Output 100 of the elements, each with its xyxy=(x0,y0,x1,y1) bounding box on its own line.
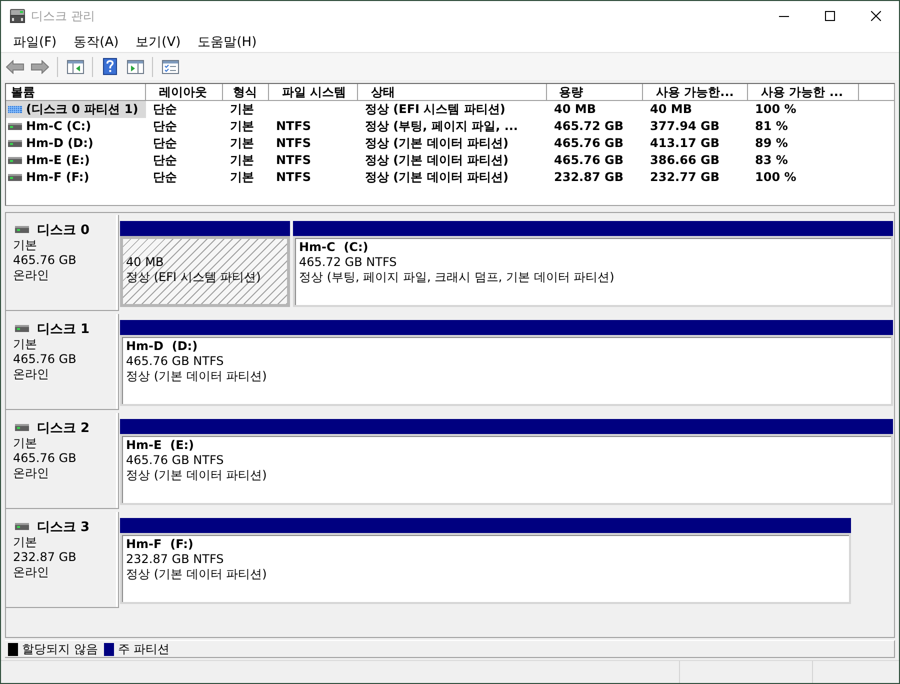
disk-info-panel[interactable]: 디스크 1 기본 465.76 GB 온라인 xyxy=(6,314,119,410)
partition-area[interactable]: 40 MB 정상 (EFI 시스템 파티션) xyxy=(120,236,290,307)
table-cell-text: 정상 (기본 데이터 파티션) xyxy=(364,169,510,186)
column-header[interactable]: 용량 xyxy=(547,84,643,101)
table-cell-text: 465.76 GB xyxy=(553,135,624,152)
table-cell-text: 377.94 GB xyxy=(649,118,720,135)
column-header[interactable]: 형식 xyxy=(223,84,269,101)
partition-area[interactable]: Hm-E (E:) 465.76 GB NTFS 정상 (기본 데이터 파티션) xyxy=(120,434,893,505)
column-header[interactable]: 레이아웃 xyxy=(146,84,223,101)
partition-size: 465.76 GB NTFS xyxy=(126,453,225,468)
table-cell-text: NTFS xyxy=(275,152,312,169)
volume-name: (디스크 0 파티션 1) xyxy=(26,101,138,118)
table-cell-text: 기본 xyxy=(229,169,255,186)
volume-name: Hm-D (D:) xyxy=(26,135,94,152)
menu-item[interactable]: 파일(F) xyxy=(6,32,64,52)
volume-name: Hm-F (F:) xyxy=(26,169,90,186)
drive-icon xyxy=(8,174,22,181)
menu-item[interactable]: 도움말(H) xyxy=(190,32,264,52)
partition-icon xyxy=(8,106,22,113)
disk-info-panel[interactable]: 디스크 2 기본 465.76 GB 온라인 xyxy=(6,413,119,509)
disk-type: 기본 xyxy=(13,535,38,550)
disk-type: 기본 xyxy=(13,436,38,451)
table-cell-text: 89 % xyxy=(754,135,789,152)
drive-icon xyxy=(8,123,22,130)
disk-size: 232.87 GB xyxy=(13,550,78,565)
drive-icon xyxy=(15,325,29,332)
table-cell-text: 413.17 GB xyxy=(649,135,720,152)
drive-icon xyxy=(15,226,29,233)
forward-arrow-icon xyxy=(31,60,49,74)
table-cell-text: 단순 xyxy=(152,101,178,118)
close-icon xyxy=(871,11,881,21)
table-cell-text: 232.87 GB xyxy=(553,169,624,186)
volume-cell[interactable]: Hm-E (E:) xyxy=(6,152,146,169)
table-cell-text: NTFS xyxy=(275,118,312,135)
disk-status: 온라인 xyxy=(13,268,50,283)
drive-icon xyxy=(15,523,29,530)
column-header[interactable]: 상태 xyxy=(358,84,547,101)
volume-cell[interactable]: Hm-D (D:) xyxy=(6,135,146,152)
partition-label: Hm-D (D:) xyxy=(126,339,199,354)
disk-type: 기본 xyxy=(13,238,38,253)
partition-area[interactable]: Hm-C (C:) 465.72 GB NTFS 정상 (부팅, 페이지 파일, 크래시 덤프, 기본 데이터 파티션) xyxy=(293,236,893,307)
menu-item[interactable]: 동작(A) xyxy=(66,32,126,52)
volume-name: Hm-C (C:) xyxy=(26,118,92,135)
partition-status: 정상 (EFI 시스템 파티션) xyxy=(126,270,262,285)
table-cell-text: 기본 xyxy=(229,135,255,152)
volume-cell[interactable]: Hm-F (F:) xyxy=(6,169,146,186)
partition-size: 232.87 GB NTFS xyxy=(126,552,225,567)
table-cell-text: 83 % xyxy=(754,152,789,169)
column-header[interactable]: 사용 가능한 ... xyxy=(748,84,859,101)
drive-icon xyxy=(15,424,29,431)
table-cell-text: 단순 xyxy=(152,118,178,135)
partition-area[interactable]: Hm-F (F:) 232.87 GB NTFS 정상 (기본 데이터 파티션) xyxy=(120,533,852,604)
volume-name: Hm-E (E:) xyxy=(26,152,90,169)
disk-name: 디스크 1 xyxy=(37,320,90,338)
partition-size: 40 MB xyxy=(126,255,165,270)
volume-cell[interactable]: (디스크 0 파티션 1) xyxy=(6,101,146,118)
column-header[interactable]: 볼륨 xyxy=(6,84,146,101)
disk-status: 온라인 xyxy=(13,565,50,580)
partition-label: Hm-E (E:) xyxy=(126,438,196,453)
maximize-icon xyxy=(825,11,835,21)
table-cell-text: 40 MB xyxy=(649,101,693,118)
table-cell-text: 100 % xyxy=(754,101,798,118)
table-cell-text: 81 % xyxy=(754,118,789,135)
partition-size: 465.76 GB NTFS xyxy=(126,354,225,369)
menu-item[interactable]: 보기(V) xyxy=(128,32,188,52)
column-header[interactable]: 파일 시스템 xyxy=(269,84,358,101)
table-cell-text: NTFS xyxy=(275,135,312,152)
disk-size: 465.76 GB xyxy=(13,451,78,466)
table-cell-text: 100 % xyxy=(754,169,798,186)
partition-status: 정상 (기본 데이터 파티션) xyxy=(126,369,268,384)
partition-label: Hm-F (F:) xyxy=(126,537,194,552)
disk-size: 465.76 GB xyxy=(13,352,78,367)
disk-name: 디스크 3 xyxy=(37,518,90,536)
disk-type: 기본 xyxy=(13,337,38,352)
partition-area[interactable]: Hm-D (D:) 465.76 GB NTFS 정상 (기본 데이터 파티션) xyxy=(120,335,893,406)
back-arrow-icon xyxy=(6,60,24,74)
table-cell-text: NTFS xyxy=(275,169,312,186)
table-cell-text: 465.76 GB xyxy=(553,152,624,169)
table-cell-text: 정상 (부팅, 페이지 파일, ... xyxy=(364,118,519,135)
table-cell-text: 단순 xyxy=(152,135,178,152)
window-title: 디스크 관리 xyxy=(31,8,95,24)
partition-size: 465.72 GB NTFS xyxy=(299,255,398,270)
disk-info-panel[interactable]: 디스크 0 기본 465.76 GB 온라인 xyxy=(6,215,119,311)
drive-icon xyxy=(8,157,22,164)
partition-label: Hm-C (C:) xyxy=(299,240,370,255)
partition-status: 정상 (부팅, 페이지 파일, 크래시 덤프, 기본 데이터 파티션) xyxy=(299,270,616,285)
disk-info-panel[interactable]: 디스크 3 기본 232.87 GB 온라인 xyxy=(6,512,119,608)
volume-cell[interactable]: Hm-C (C:) xyxy=(6,118,146,135)
partition-status: 정상 (기본 데이터 파티션) xyxy=(126,468,268,483)
table-cell-text: 단순 xyxy=(152,152,178,169)
legend-label: 할당되지 않음 xyxy=(22,640,98,658)
table-cell-text: 40 MB xyxy=(553,101,597,118)
table-cell-text: 단순 xyxy=(152,169,178,186)
column-header[interactable]: 사용 가능한... xyxy=(643,84,748,101)
partition-status: 정상 (기본 데이터 파티션) xyxy=(126,567,268,582)
table-cell-text: 정상 (EFI 시스템 파티션) xyxy=(364,101,506,118)
disk-drive-icon xyxy=(10,9,25,23)
help-icon xyxy=(103,58,117,75)
checklist-icon xyxy=(162,60,178,74)
disk-name: 디스크 2 xyxy=(37,420,90,436)
